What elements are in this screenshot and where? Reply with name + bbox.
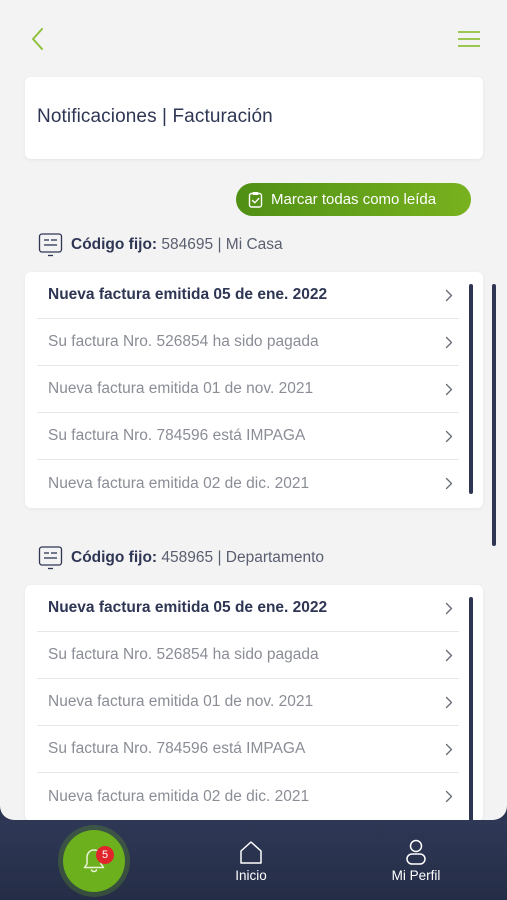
chevron-right-icon (445, 289, 453, 302)
account-header: Código fijo: 584695 | Mi Casa (38, 232, 283, 258)
notification-text: Su factura Nro. 784596 está IMPAGA (48, 427, 306, 444)
account-header: Código fijo: 458965 | Departamento (38, 545, 324, 571)
hamburger-menu-icon[interactable] (456, 29, 482, 49)
page-title-card: Notificaciones | Facturación (25, 77, 483, 159)
notification-row[interactable]: Nueva factura emitida 01 de nov. 2021 (37, 366, 459, 413)
chevron-right-icon (445, 383, 453, 396)
chevron-right-icon (445, 336, 453, 349)
home-nav-label: Inicio (235, 868, 267, 883)
notification-text: Nueva factura emitida 05 de ene. 2022 (48, 286, 328, 303)
notification-text: Nueva factura emitida 05 de ene. 2022 (48, 599, 328, 616)
notification-row[interactable]: Nueva factura emitida 02 de dic. 2021 (37, 460, 459, 507)
notification-list-card: Nueva factura emitida 05 de ene. 2022 Su… (25, 585, 483, 820)
list-scrollbar[interactable] (469, 284, 473, 494)
chevron-right-icon (445, 790, 453, 803)
notification-text: Su factura Nro. 526854 ha sido pagada (48, 646, 319, 663)
notification-text: Nueva factura emitida 01 de nov. 2021 (48, 693, 314, 710)
notification-text: Su factura Nro. 784596 está IMPAGA (48, 740, 306, 757)
back-chevron-icon[interactable] (26, 26, 50, 52)
home-icon (240, 841, 262, 864)
page-title: Notificaciones | Facturación (37, 106, 273, 127)
user-icon (406, 839, 426, 865)
chevron-right-icon (445, 602, 453, 615)
account-code-label: Código fijo: (71, 236, 158, 253)
chevron-right-icon (445, 696, 453, 709)
notification-row[interactable]: Su factura Nro. 526854 ha sido pagada (37, 632, 459, 679)
mark-all-read-button[interactable]: Marcar todas como leída (236, 183, 471, 216)
account-name: | Departamento (217, 549, 325, 566)
notification-list-card: Nueva factura emitida 05 de ene. 2022 Su… (25, 272, 483, 508)
profile-nav-label: Mi Perfil (391, 868, 441, 883)
notification-text: Nueva factura emitida 01 de nov. 2021 (48, 380, 314, 397)
profile-nav-button[interactable]: Mi Perfil (371, 838, 461, 883)
notification-count-badge: 5 (96, 846, 114, 864)
chevron-right-icon (445, 430, 453, 443)
account-name: | Mi Casa (217, 236, 283, 253)
notification-row[interactable]: Nueva factura emitida 05 de ene. 2022 (37, 585, 459, 632)
account-code-label: Código fijo: (71, 549, 158, 566)
landline-phone-icon (38, 546, 63, 570)
chevron-right-icon (445, 649, 453, 662)
mark-all-read-label: Marcar todas como leída (271, 191, 437, 208)
list-scrollbar[interactable] (469, 597, 473, 820)
notifications-nav-button[interactable] (63, 830, 125, 892)
notification-row[interactable]: Nueva factura emitida 05 de ene. 2022 (37, 272, 459, 319)
landline-phone-icon (38, 233, 63, 257)
notification-text: Nueva factura emitida 02 de dic. 2021 (48, 787, 310, 805)
chevron-right-icon (445, 743, 453, 756)
chevron-right-icon (445, 477, 453, 490)
notification-row[interactable]: Nueva factura emitida 02 de dic. 2021 (37, 773, 459, 820)
notification-row[interactable]: Su factura Nro. 526854 ha sido pagada (37, 319, 459, 366)
notification-row[interactable]: Su factura Nro. 784596 está IMPAGA (37, 413, 459, 460)
notification-text: Su factura Nro. 526854 ha sido pagada (48, 333, 319, 350)
notifications-screen: Notificaciones | Facturación Marcar toda… (0, 0, 507, 820)
notification-text: Nueva factura emitida 02 de dic. 2021 (48, 474, 310, 492)
account-code: 584695 (161, 236, 214, 253)
clipboard-check-icon (248, 192, 263, 208)
notification-row[interactable]: Nueva factura emitida 01 de nov. 2021 (37, 679, 459, 726)
page-scrollbar[interactable] (492, 284, 496, 546)
home-nav-button[interactable]: Inicio (206, 838, 296, 883)
account-code: 458965 (161, 549, 214, 566)
notification-row[interactable]: Su factura Nro. 784596 está IMPAGA (37, 726, 459, 773)
